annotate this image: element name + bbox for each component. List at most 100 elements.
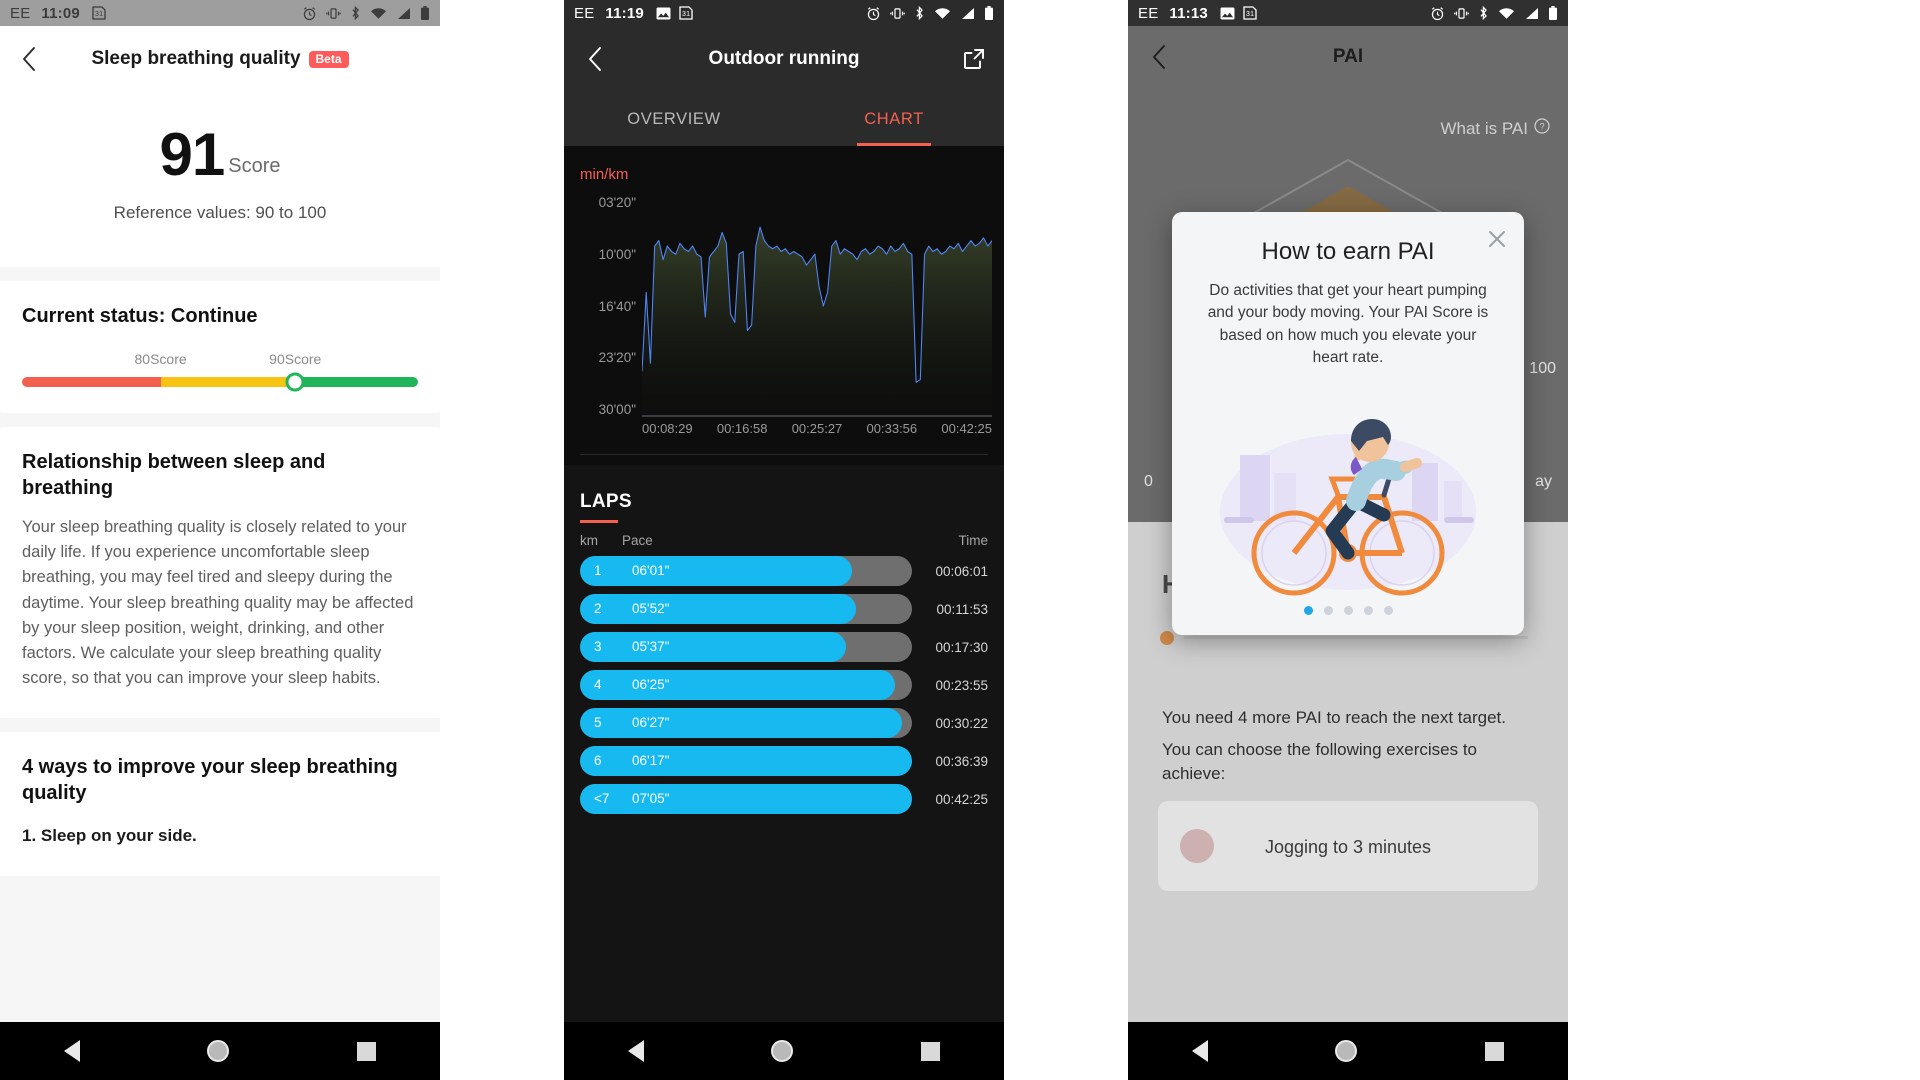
timeline-line: [1184, 636, 1528, 639]
phone-panel-pai: EE 11:13 31 PAI What is PAI ? 100 0 ay Y…: [1128, 0, 1568, 1080]
nav-back-icon[interactable]: [1191, 1040, 1208, 1062]
pai-need-text: You need 4 more PAI to reach the next ta…: [1162, 708, 1507, 727]
pagination-dot[interactable]: [1303, 605, 1313, 615]
lap-progress-bar: 4 06'25": [580, 670, 912, 700]
x-tick: 00:42:25: [941, 421, 992, 436]
lap-progress-bar: 2 05'52": [580, 594, 912, 624]
pace-chart[interactable]: 03'20" 10'00" 16'40" 23'20" 30'00": [564, 195, 1004, 417]
lap-km-label: 5: [594, 715, 602, 730]
scale-labels: 80Score 90Score: [22, 351, 418, 369]
laps-title: LAPS: [580, 491, 632, 512]
table-row[interactable]: 1 06'01" 00:06:01: [580, 556, 988, 586]
pagination-dot[interactable]: [1323, 605, 1333, 615]
pace-chart-card: min/km 03'20" 10'00" 16'40" 23'20" 30'00…: [564, 146, 1004, 465]
vibrate-icon: [890, 7, 905, 20]
lap-pace-label: 06'17": [632, 753, 670, 768]
y-tick: 30'00": [598, 402, 636, 417]
improve-card: 4 ways to improve your sleep breathing q…: [0, 731, 440, 876]
timeline-dot: [1160, 631, 1174, 645]
calendar-icon: 31: [92, 6, 106, 20]
score-summary: 91 Score Reference values: 90 to 100: [0, 92, 440, 267]
app-bar: Sleep breathing quality Beta: [0, 26, 440, 92]
lap-progress-bar: 5 06'27": [580, 708, 912, 738]
lap-pace-label: 05'37": [632, 639, 670, 654]
beta-badge: Beta: [308, 50, 349, 68]
page-title: PAI: [1332, 46, 1364, 67]
tab-chart[interactable]: CHART: [784, 92, 1004, 146]
battery-icon: [984, 5, 994, 21]
exercise-card[interactable]: Jogging to 3 minutes: [1158, 801, 1538, 891]
clock-label: 11:19: [605, 4, 644, 22]
wifi-icon: [370, 7, 387, 20]
laps-column-headers: km Pace Time: [580, 533, 988, 548]
lap-progress-bar: 6 06'17": [580, 746, 912, 776]
lap-km-label: 6: [594, 753, 602, 768]
lap-time-label: 00:11:53: [936, 601, 988, 617]
pagination-dot[interactable]: [1383, 605, 1393, 615]
table-row[interactable]: 6 06'17" 00:36:39: [580, 746, 988, 776]
column-header-km: km: [580, 533, 598, 548]
x-tick: 00:33:56: [866, 421, 918, 436]
current-status-title: Current status: Continue: [22, 305, 258, 327]
tab-bar: OVERVIEW CHART: [564, 92, 1004, 146]
system-navigation-bar: [1128, 1022, 1568, 1080]
outdoor-running-screen: Outdoor running OVERVIEW CHART min/km 03…: [564, 26, 1004, 1080]
table-row[interactable]: 2 05'52" 00:11:53: [580, 594, 988, 624]
modal-body-text: Do activities that get your heart pumpin…: [1207, 282, 1489, 367]
current-status-card: Current status: Continue 80Score 90Score: [0, 281, 440, 413]
score-unit-label: Score: [228, 155, 281, 177]
reference-values-label: Reference values: 90 to 100: [113, 203, 327, 222]
share-icon[interactable]: [960, 45, 988, 73]
divider: [580, 454, 988, 455]
alarm-icon: [1430, 6, 1445, 21]
lap-km-label: 2: [594, 601, 602, 616]
battery-icon: [1548, 5, 1558, 21]
table-row[interactable]: 4 06'25" 00:23:55: [580, 670, 988, 700]
bluetooth-icon: [350, 6, 361, 20]
page-title: Outdoor running: [708, 48, 860, 69]
svg-text:?: ?: [1540, 121, 1545, 131]
modal-title: How to earn PAI: [1261, 238, 1435, 265]
nav-back-icon[interactable]: [63, 1040, 80, 1062]
nav-home-icon[interactable]: [207, 1040, 230, 1062]
close-icon[interactable]: [1484, 226, 1510, 252]
lap-km-label: <7: [594, 791, 610, 806]
lap-progress-fill: [580, 784, 912, 814]
column-header-pace: Pace: [622, 533, 653, 548]
pagination-dot[interactable]: [1343, 605, 1353, 615]
image-icon: [656, 6, 671, 20]
what-is-pai-link[interactable]: What is PAI ?: [1440, 118, 1550, 139]
help-icon: ?: [1534, 118, 1550, 139]
improve-item-1: 1. Sleep on your side.: [22, 825, 197, 845]
nav-back-icon[interactable]: [627, 1040, 644, 1062]
lap-progress-fill: [580, 556, 853, 586]
nav-recents-icon[interactable]: [921, 1041, 941, 1061]
table-row[interactable]: 3 05'37" 00:17:30: [580, 632, 988, 662]
pai-screen-dimmed: PAI What is PAI ? 46 100 0 ay H: [1128, 26, 1568, 1080]
what-is-pai-label: What is PAI: [1440, 118, 1528, 138]
lap-time-label: 00:36:39: [935, 753, 988, 769]
back-icon[interactable]: [580, 44, 610, 74]
lap-km-label: 4: [594, 677, 602, 692]
chart-svg: [642, 226, 992, 417]
carrier-label: EE: [10, 4, 31, 22]
carrier-label: EE: [1138, 4, 1159, 22]
axis-min-label: 0: [1144, 473, 1153, 490]
nav-home-icon[interactable]: [771, 1040, 794, 1062]
table-row[interactable]: 5 06'27" 00:30:22: [580, 708, 988, 738]
system-navigation-bar: [564, 1022, 1004, 1080]
nav-recents-icon[interactable]: [357, 1041, 377, 1061]
nav-home-icon[interactable]: [1335, 1040, 1358, 1062]
nav-recents-icon[interactable]: [1485, 1041, 1505, 1061]
pagination-dot[interactable]: [1363, 605, 1373, 615]
sleep-breathing-screen: Sleep breathing quality Beta 91 Score Re…: [0, 26, 440, 1080]
battery-icon: [420, 5, 430, 21]
calendar-icon: 31: [1243, 6, 1257, 20]
y-tick: 23'20": [598, 350, 636, 366]
tab-overview[interactable]: OVERVIEW: [564, 92, 784, 146]
lap-progress-bar: 3 05'37": [580, 632, 912, 662]
lap-progress-bar: <7 07'05": [580, 784, 912, 814]
alarm-icon: [302, 6, 317, 21]
scale-knob[interactable]: [285, 372, 305, 392]
table-row[interactable]: <7 07'05" 00:42:25: [580, 784, 988, 814]
